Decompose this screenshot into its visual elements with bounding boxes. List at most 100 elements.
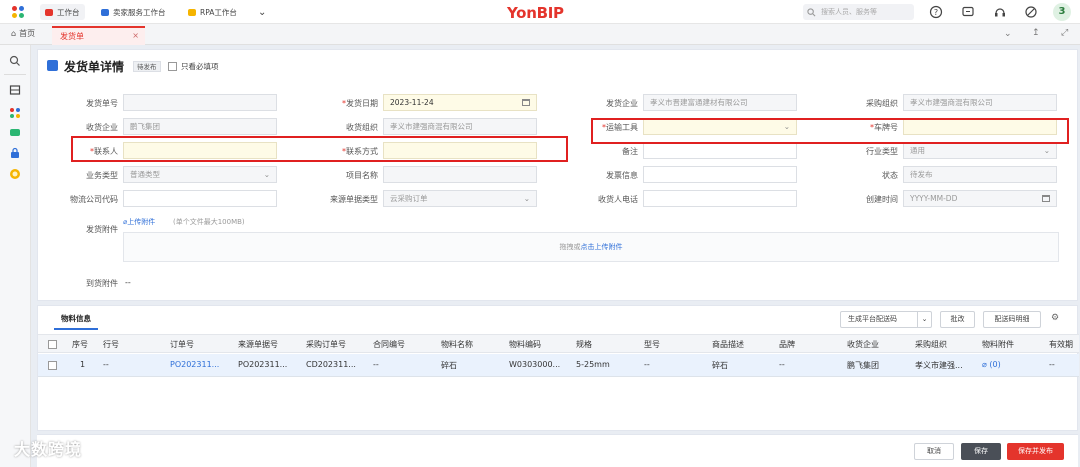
col-material-name: 物料名称	[441, 340, 473, 349]
message-icon[interactable]	[961, 5, 975, 19]
only-required-label: 只看必填项	[181, 62, 219, 71]
apps-icon[interactable]	[9, 107, 21, 119]
workbench-icon	[45, 8, 53, 16]
col-material-code: 物料编码	[509, 340, 541, 349]
search-input[interactable]: 搜索人员、服务等	[803, 4, 914, 20]
gen-delivery-code-button[interactable]: 生成平台配送码 ⌄	[840, 311, 932, 328]
col-seq: 序号	[72, 340, 88, 349]
inbox-icon[interactable]	[9, 84, 21, 96]
chevron-down-icon[interactable]: ⌄	[917, 312, 931, 327]
upload-drop-zone[interactable]: 拖拽或点击上传附件	[123, 232, 1059, 262]
upload-attachment-link[interactable]: ⌀上传附件	[123, 217, 155, 227]
label-industry: 行业类型	[866, 147, 898, 156]
col-contract-no: 合同编号	[373, 340, 405, 349]
footer-bar: 取消 保存 保存并发布	[37, 434, 1078, 467]
col-line: 行号	[103, 340, 119, 349]
chat-icon[interactable]	[9, 127, 21, 139]
col-source-no: 来源单据号	[238, 340, 278, 349]
headset-icon[interactable]	[993, 5, 1007, 19]
click-upload-link[interactable]: 点击上传附件	[581, 243, 623, 251]
label-receiver-phone: 收货人电话	[598, 195, 638, 204]
search-icon[interactable]	[9, 55, 21, 67]
page-tabs: ⌂ 首页 发货单 × ⌄ ↥ ⤢	[0, 24, 1080, 45]
coin-icon[interactable]	[9, 168, 21, 180]
label-ship-info: 发票信息	[606, 171, 638, 180]
label-project: 项目名称	[346, 171, 378, 180]
label-biz-type: 业务类型	[86, 171, 118, 180]
label-ship-company: 发货企业	[606, 99, 638, 108]
calendar-icon	[1042, 195, 1050, 202]
tab-materials[interactable]: 物料信息	[61, 313, 91, 324]
status-badge: 待发布	[133, 61, 161, 72]
settings-icon[interactable]	[1024, 5, 1038, 19]
label-state: 状态	[882, 171, 898, 180]
top-bar: 工作台 卖家服务工作台 RPA工作台 ⌄ YonBIP 搜索人员、服务等 ? 3	[0, 0, 1080, 24]
remark-field[interactable]	[643, 142, 797, 159]
table-header: 序号 行号 订单号 来源单据号 采购订单号 合同编号 物料名称 物料编码 规格 …	[38, 334, 1079, 353]
chevron-down-icon[interactable]: ⌄	[253, 4, 271, 20]
rpa-workbench-tab[interactable]: RPA工作台	[183, 4, 242, 20]
biz-type-select: 普通类型 ⌄	[123, 166, 277, 183]
upload-hint: (单个文件最大100MB)	[173, 218, 245, 226]
batch-edit-button[interactable]: 批改	[940, 311, 975, 328]
svg-text:?: ?	[934, 8, 938, 17]
col-model: 型号	[644, 340, 660, 349]
receiver-phone-field[interactable]	[643, 190, 797, 207]
app-menu-icon[interactable]	[12, 6, 24, 18]
page-title: 发货单详情	[64, 60, 125, 74]
col-recv-company: 收货企业	[847, 340, 879, 349]
avatar[interactable]: 3	[1053, 3, 1071, 21]
workbench-tab[interactable]: 工作台	[40, 4, 85, 20]
label-arrival-attachment: 到货附件	[86, 279, 118, 288]
left-rail	[0, 45, 31, 467]
col-purchase-org: 采购组织	[915, 340, 947, 349]
column-settings-icon[interactable]: ⚙	[1051, 313, 1059, 323]
document-icon	[47, 60, 58, 71]
col-po-no: 采购订单号	[306, 340, 346, 349]
highlight-box-transport	[591, 118, 1069, 144]
save-publish-button[interactable]: 保存并发布	[1007, 443, 1064, 460]
recv-org-field: 孝义市建强商混有限公司	[383, 118, 537, 135]
select-all-checkbox[interactable]	[48, 340, 57, 349]
material-attachment-link[interactable]: ⌀ (0)	[982, 360, 1001, 369]
logistics-code-field[interactable]	[123, 190, 277, 207]
recv-company-field: 鹏飞集团	[123, 118, 277, 135]
expand-icon[interactable]: ⤢	[1061, 28, 1068, 38]
ship-date-field[interactable]: 2023-11-24	[383, 94, 537, 111]
materials-panel: 物料信息 生成平台配送码 ⌄ 批改 配送码明细 ⚙ 序号 行号 订单号 来源单据号…	[37, 305, 1079, 431]
create-time-field: YYYY-MM-DD	[903, 190, 1057, 207]
ship-info-field[interactable]	[643, 166, 797, 183]
label-create-time: 创建时间	[866, 195, 898, 204]
help-icon[interactable]: ?	[929, 5, 943, 19]
divider	[4, 74, 26, 75]
row-checkbox[interactable]	[48, 361, 57, 370]
delivery-code-detail-button[interactable]: 配送码明细	[983, 311, 1041, 328]
label-purchase-org: 采购组织	[866, 99, 898, 108]
col-brand: 品牌	[779, 340, 795, 349]
tab-shipping-order[interactable]: 发货单 ×	[52, 26, 145, 45]
source-type-select: 云采购订单 ⌄	[383, 190, 537, 207]
col-validity: 有效期	[1049, 340, 1073, 349]
table-row[interactable]: 1 -- PO202311... PO202311... CD202311...…	[38, 354, 1079, 377]
industry-select: 通用 ⌄	[903, 142, 1057, 159]
col-description: 商品描述	[712, 340, 744, 349]
home-icon: ⌂	[11, 29, 17, 38]
seller-icon	[101, 8, 109, 16]
label-remark: 备注	[622, 147, 638, 156]
cancel-button[interactable]: 取消	[914, 443, 954, 460]
lock-icon[interactable]	[9, 147, 21, 159]
rpa-icon	[188, 8, 196, 16]
save-button[interactable]: 保存	[961, 443, 1001, 460]
chevron-down-icon[interactable]: ⌄	[1004, 29, 1012, 39]
close-icon[interactable]: ×	[132, 31, 139, 40]
tab-underline	[54, 328, 98, 330]
label-ship-date: *发货日期	[342, 99, 378, 108]
pin-icon[interactable]: ↥	[1032, 28, 1040, 38]
chevron-down-icon: ⌄	[263, 170, 270, 179]
tab-home[interactable]: ⌂ 首页	[11, 28, 35, 39]
order-no-link[interactable]: PO202311...	[170, 360, 219, 369]
seller-workbench-tab[interactable]: 卖家服务工作台	[96, 4, 171, 20]
purchase-org-field: 孝义市建强商混有限公司	[903, 94, 1057, 111]
ship-no-field[interactable]	[123, 94, 277, 111]
only-required-checkbox[interactable]	[168, 62, 177, 71]
